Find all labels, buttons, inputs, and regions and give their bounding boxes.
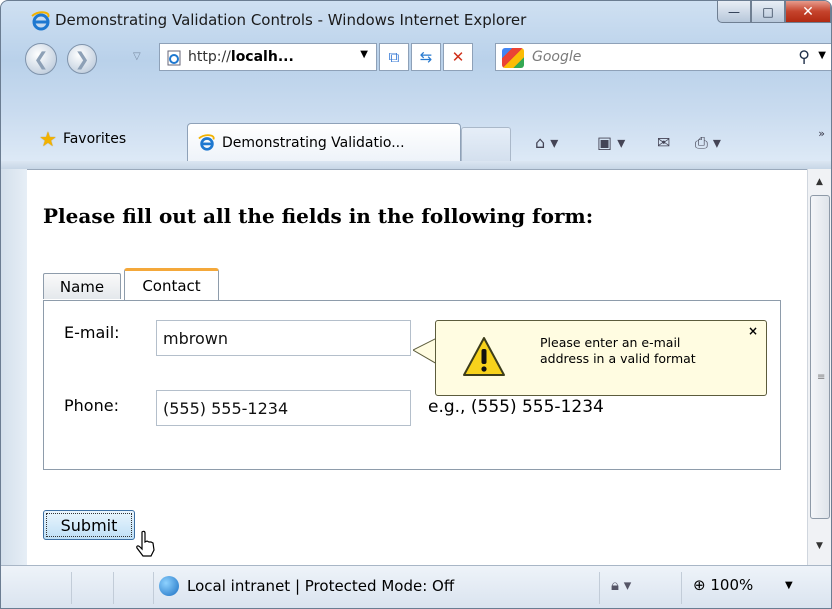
search-dropdown-icon[interactable]: ▼ (818, 50, 826, 61)
window-frame-left (1, 169, 27, 565)
zoom-value: 100% (710, 576, 754, 594)
tab-title: Demonstrating Validatio... (222, 134, 405, 151)
tab-name[interactable]: Name (43, 273, 121, 299)
phone-field[interactable]: (555) 555-1234 (156, 390, 411, 426)
ie-tab-icon (198, 133, 215, 151)
address-bar[interactable]: http://localh... ▼ (159, 43, 377, 71)
minimize-icon: — (728, 4, 740, 19)
url-prefix: http:// (188, 49, 231, 65)
security-zone[interactable]: Local intranet | Protected Mode: Off (159, 576, 454, 596)
zoom-level[interactable]: ⊕ 100% (693, 576, 753, 594)
back-button[interactable]: ❮ (25, 43, 57, 75)
scroll-down-icon[interactable]: ▼ (816, 541, 823, 551)
home-icon[interactable]: ⌂ ▾ (535, 133, 558, 152)
stop-button[interactable]: ✕ (443, 43, 473, 71)
phone-format-hint: e.g., (555) 555-1234 (428, 397, 604, 417)
scroll-grip-icon: ≡ (817, 372, 826, 383)
search-box[interactable]: Google ⚲ ▼ (495, 43, 831, 71)
maximize-button[interactable]: □ (751, 1, 785, 23)
url-text[interactable]: http://localh... (188, 49, 294, 65)
favorites-star-icon: ★ (39, 127, 57, 151)
recent-pages-dropdown[interactable]: ▽ (133, 51, 141, 62)
close-icon: ✕ (802, 3, 814, 20)
browser-tab[interactable]: Demonstrating Validatio... (187, 123, 461, 161)
compatibility-icon: ⧉ (388, 48, 400, 66)
print-icon[interactable]: ⎙ ▾ (695, 133, 721, 153)
vertical-scrollbar[interactable]: ▲ ≡ ▼ (807, 169, 831, 565)
warning-icon (463, 337, 505, 376)
email-field[interactable]: mbrown (156, 320, 411, 356)
tab-contact[interactable]: Contact (124, 268, 219, 300)
title-bar: Demonstrating Validation Controls - Wind… (1, 1, 831, 37)
security-zone-label: Local intranet | Protected Mode: Off (187, 577, 455, 595)
balloon-close-icon[interactable]: × (748, 324, 758, 338)
search-icon[interactable]: ⚲ (798, 47, 810, 66)
status-divider (681, 572, 682, 604)
page-content: Please fill out all the fields in the fo… (27, 169, 807, 565)
favorites-bar: ★ Favorites Demonstrating Validatio... ⌂… (1, 119, 831, 161)
new-tab-button[interactable] (461, 127, 511, 161)
mail-icon[interactable]: ✉ (657, 133, 670, 152)
url-host: localh... (230, 49, 294, 65)
balloon-pointer (413, 338, 437, 364)
scroll-thumb[interactable]: ≡ (810, 195, 830, 519)
protected-mode-icon[interactable]: 🔒︎ ▾ (611, 576, 631, 594)
balloon-message: Please enter an e-mail address in a vali… (540, 335, 696, 366)
zoom-dropdown-icon[interactable]: ▼ (785, 580, 793, 591)
navigation-bar: ❮ ❯ ▽ http://localh... ▼ ⧉ ⇆ ✕ Google ⚲ … (1, 37, 831, 77)
stop-icon: ✕ (451, 48, 465, 66)
status-divider (153, 572, 154, 604)
window-controls: — □ ✕ (717, 1, 831, 25)
toolbar-divider (1, 161, 831, 169)
status-divider (71, 572, 72, 604)
intranet-globe-icon (159, 576, 179, 596)
feeds-icon[interactable]: ▣ ▾ (597, 133, 625, 152)
email-label: E-mail: (64, 323, 120, 342)
favorites-label: Favorites (62, 131, 127, 147)
zoom-icon: ⊕ (693, 576, 706, 594)
browser-window: Demonstrating Validation Controls - Wind… (0, 0, 832, 609)
phone-label: Phone: (64, 396, 119, 415)
validation-balloon: Please enter an e-mail address in a vali… (435, 320, 767, 396)
mouse-cursor-icon (136, 530, 155, 557)
close-button[interactable]: ✕ (785, 1, 831, 23)
window-title: Demonstrating Validation Controls - Wind… (55, 11, 527, 29)
page-heading: Please fill out all the fields in the fo… (43, 204, 594, 228)
refresh-icon: ⇆ (419, 48, 433, 66)
address-dropdown-icon[interactable]: ▼ (360, 49, 368, 60)
page-icon (167, 50, 181, 66)
google-icon (502, 48, 524, 68)
status-divider (113, 572, 114, 604)
favorites-button[interactable]: ★ Favorites (39, 127, 126, 151)
back-arrow-icon: ❮ (33, 48, 49, 70)
ie-logo-icon (31, 11, 50, 31)
status-divider (599, 572, 600, 604)
refresh-button[interactable]: ⇆ (411, 43, 441, 71)
maximize-icon: □ (762, 4, 774, 19)
scroll-up-icon[interactable]: ▲ (816, 177, 823, 187)
more-commands-icon[interactable]: » (818, 127, 825, 140)
search-placeholder: Google (532, 49, 582, 65)
status-bar: Local intranet | Protected Mode: Off 🔒︎ … (1, 565, 831, 608)
forward-arrow-icon: ❯ (74, 48, 90, 70)
compatibility-view-button[interactable]: ⧉ (379, 43, 409, 71)
forward-button[interactable]: ❯ (67, 44, 97, 74)
submit-button[interactable]: Submit (43, 510, 135, 540)
minimize-button[interactable]: — (717, 1, 751, 23)
